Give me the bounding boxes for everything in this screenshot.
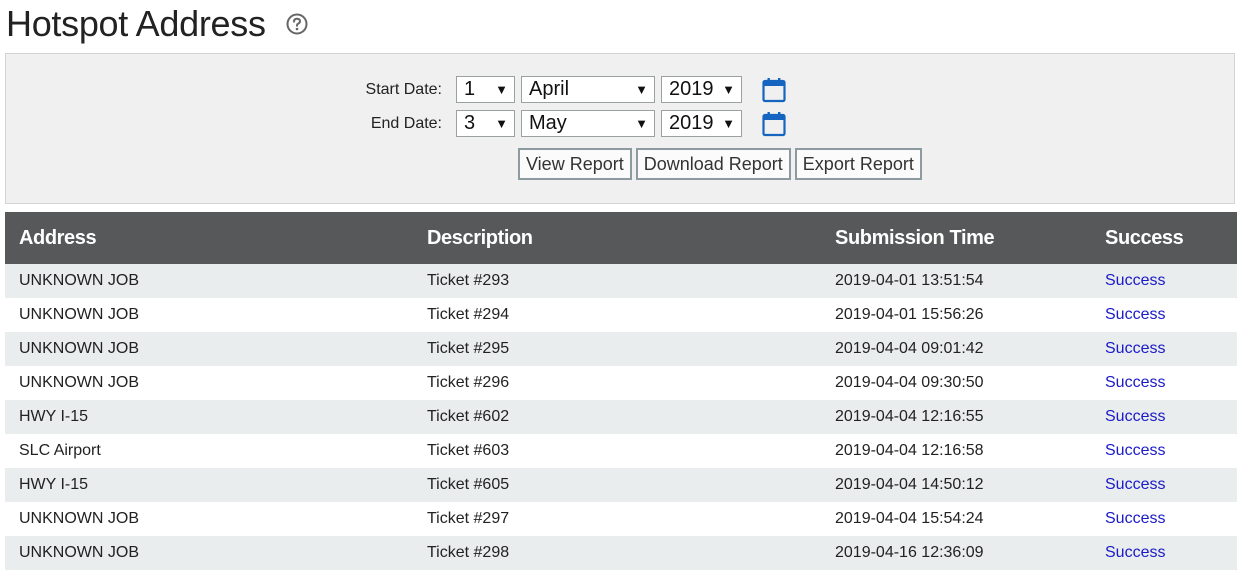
end-day-select[interactable]: 3 ▼ bbox=[456, 110, 515, 137]
submission-time-cell: 2019-04-04 14:50:12 bbox=[821, 468, 1091, 502]
start-day-value: 1 bbox=[464, 78, 476, 100]
table-row: HWY I-15 Ticket #602 2019-04-04 12:16:55… bbox=[5, 400, 1237, 434]
success-link[interactable]: Success bbox=[1091, 264, 1237, 298]
success-link[interactable]: Success bbox=[1091, 536, 1237, 570]
column-header-success[interactable]: Success bbox=[1091, 212, 1237, 264]
start-year-value: 2019 bbox=[669, 78, 714, 100]
report-table: Address Description Submission Time Succ… bbox=[5, 212, 1237, 570]
dropdown-arrow-icon: ▼ bbox=[495, 116, 508, 131]
address-cell: UNKNOWN JOB bbox=[5, 332, 413, 366]
submission-time-cell: 2019-04-01 15:56:26 bbox=[821, 298, 1091, 332]
table-row: UNKNOWN JOB Ticket #293 2019-04-01 13:51… bbox=[5, 264, 1237, 298]
success-link[interactable]: Success bbox=[1091, 468, 1237, 502]
table-header-row: Address Description Submission Time Succ… bbox=[5, 212, 1237, 264]
submission-time-cell: 2019-04-04 09:30:50 bbox=[821, 366, 1091, 400]
description-cell: Ticket #293 bbox=[413, 264, 821, 298]
page-title: Hotspot Address bbox=[6, 3, 266, 44]
end-year-select[interactable]: 2019 ▼ bbox=[661, 110, 742, 137]
submission-time-cell: 2019-04-04 12:16:58 bbox=[821, 434, 1091, 468]
column-header-submission-time[interactable]: Submission Time bbox=[821, 212, 1091, 264]
calendar-icon[interactable] bbox=[762, 77, 786, 103]
start-year-select[interactable]: 2019 ▼ bbox=[661, 76, 742, 103]
table-row: SLC Airport Ticket #603 2019-04-04 12:16… bbox=[5, 434, 1237, 468]
submission-time-cell: 2019-04-04 12:16:55 bbox=[821, 400, 1091, 434]
description-cell: Ticket #296 bbox=[413, 366, 821, 400]
address-cell: HWY I-15 bbox=[5, 468, 413, 502]
table-row: UNKNOWN JOB Ticket #296 2019-04-04 09:30… bbox=[5, 366, 1237, 400]
start-month-select[interactable]: April ▼ bbox=[521, 76, 655, 103]
address-cell: UNKNOWN JOB bbox=[5, 366, 413, 400]
success-link[interactable]: Success bbox=[1091, 502, 1237, 536]
address-cell: SLC Airport bbox=[5, 434, 413, 468]
description-cell: Ticket #297 bbox=[413, 502, 821, 536]
start-day-select[interactable]: 1 ▼ bbox=[456, 76, 515, 103]
success-link[interactable]: Success bbox=[1091, 366, 1237, 400]
submission-time-cell: 2019-04-04 09:01:42 bbox=[821, 332, 1091, 366]
dropdown-arrow-icon: ▼ bbox=[635, 82, 648, 97]
description-cell: Ticket #294 bbox=[413, 298, 821, 332]
end-month-select[interactable]: May ▼ bbox=[521, 110, 655, 137]
address-cell: HWY I-15 bbox=[5, 400, 413, 434]
address-cell: UNKNOWN JOB bbox=[5, 264, 413, 298]
date-filter-panel: Start Date: 1 ▼ April ▼ 2019 ▼ End Date:… bbox=[5, 53, 1235, 204]
help-circle-icon[interactable] bbox=[286, 13, 308, 35]
column-header-description[interactable]: Description bbox=[413, 212, 821, 264]
description-cell: Ticket #298 bbox=[413, 536, 821, 570]
dropdown-arrow-icon: ▼ bbox=[722, 82, 735, 97]
table-row: HWY I-15 Ticket #605 2019-04-04 14:50:12… bbox=[5, 468, 1237, 502]
success-link[interactable]: Success bbox=[1091, 332, 1237, 366]
start-month-value: April bbox=[529, 78, 570, 100]
end-day-value: 3 bbox=[464, 112, 476, 134]
end-year-value: 2019 bbox=[669, 112, 714, 134]
start-date-label: Start Date: bbox=[365, 80, 442, 98]
success-link[interactable]: Success bbox=[1091, 298, 1237, 332]
submission-time-cell: 2019-04-16 12:36:09 bbox=[821, 536, 1091, 570]
address-cell: UNKNOWN JOB bbox=[5, 536, 413, 570]
success-link[interactable]: Success bbox=[1091, 400, 1237, 434]
calendar-icon[interactable] bbox=[762, 111, 786, 137]
description-cell: Ticket #605 bbox=[413, 468, 821, 502]
end-month-value: May bbox=[529, 112, 567, 134]
end-date-row: End Date: 3 ▼ May ▼ 2019 ▼ bbox=[342, 110, 786, 137]
dropdown-arrow-icon: ▼ bbox=[635, 116, 648, 131]
table-row: UNKNOWN JOB Ticket #294 2019-04-01 15:56… bbox=[5, 298, 1237, 332]
description-cell: Ticket #602 bbox=[413, 400, 821, 434]
success-link[interactable]: Success bbox=[1091, 434, 1237, 468]
report-buttons: View Report Download Report Export Repor… bbox=[518, 148, 926, 180]
table-row: UNKNOWN JOB Ticket #298 2019-04-16 12:36… bbox=[5, 536, 1237, 570]
submission-time-cell: 2019-04-04 15:54:24 bbox=[821, 502, 1091, 536]
description-cell: Ticket #295 bbox=[413, 332, 821, 366]
dropdown-arrow-icon: ▼ bbox=[722, 116, 735, 131]
address-cell: UNKNOWN JOB bbox=[5, 298, 413, 332]
address-cell: UNKNOWN JOB bbox=[5, 502, 413, 536]
table-row: UNKNOWN JOB Ticket #297 2019-04-04 15:54… bbox=[5, 502, 1237, 536]
column-header-address[interactable]: Address bbox=[5, 212, 413, 264]
end-date-label: End Date: bbox=[370, 114, 442, 132]
start-date-row: Start Date: 1 ▼ April ▼ 2019 ▼ bbox=[342, 76, 786, 103]
export-report-button[interactable]: Export Report bbox=[794, 148, 922, 180]
table-row: UNKNOWN JOB Ticket #295 2019-04-04 09:01… bbox=[5, 332, 1237, 366]
title-row: Hotspot Address bbox=[6, 2, 308, 46]
submission-time-cell: 2019-04-01 13:51:54 bbox=[821, 264, 1091, 298]
description-cell: Ticket #603 bbox=[413, 434, 821, 468]
view-report-button[interactable]: View Report bbox=[518, 148, 632, 180]
dropdown-arrow-icon: ▼ bbox=[495, 82, 508, 97]
download-report-button[interactable]: Download Report bbox=[635, 148, 791, 180]
